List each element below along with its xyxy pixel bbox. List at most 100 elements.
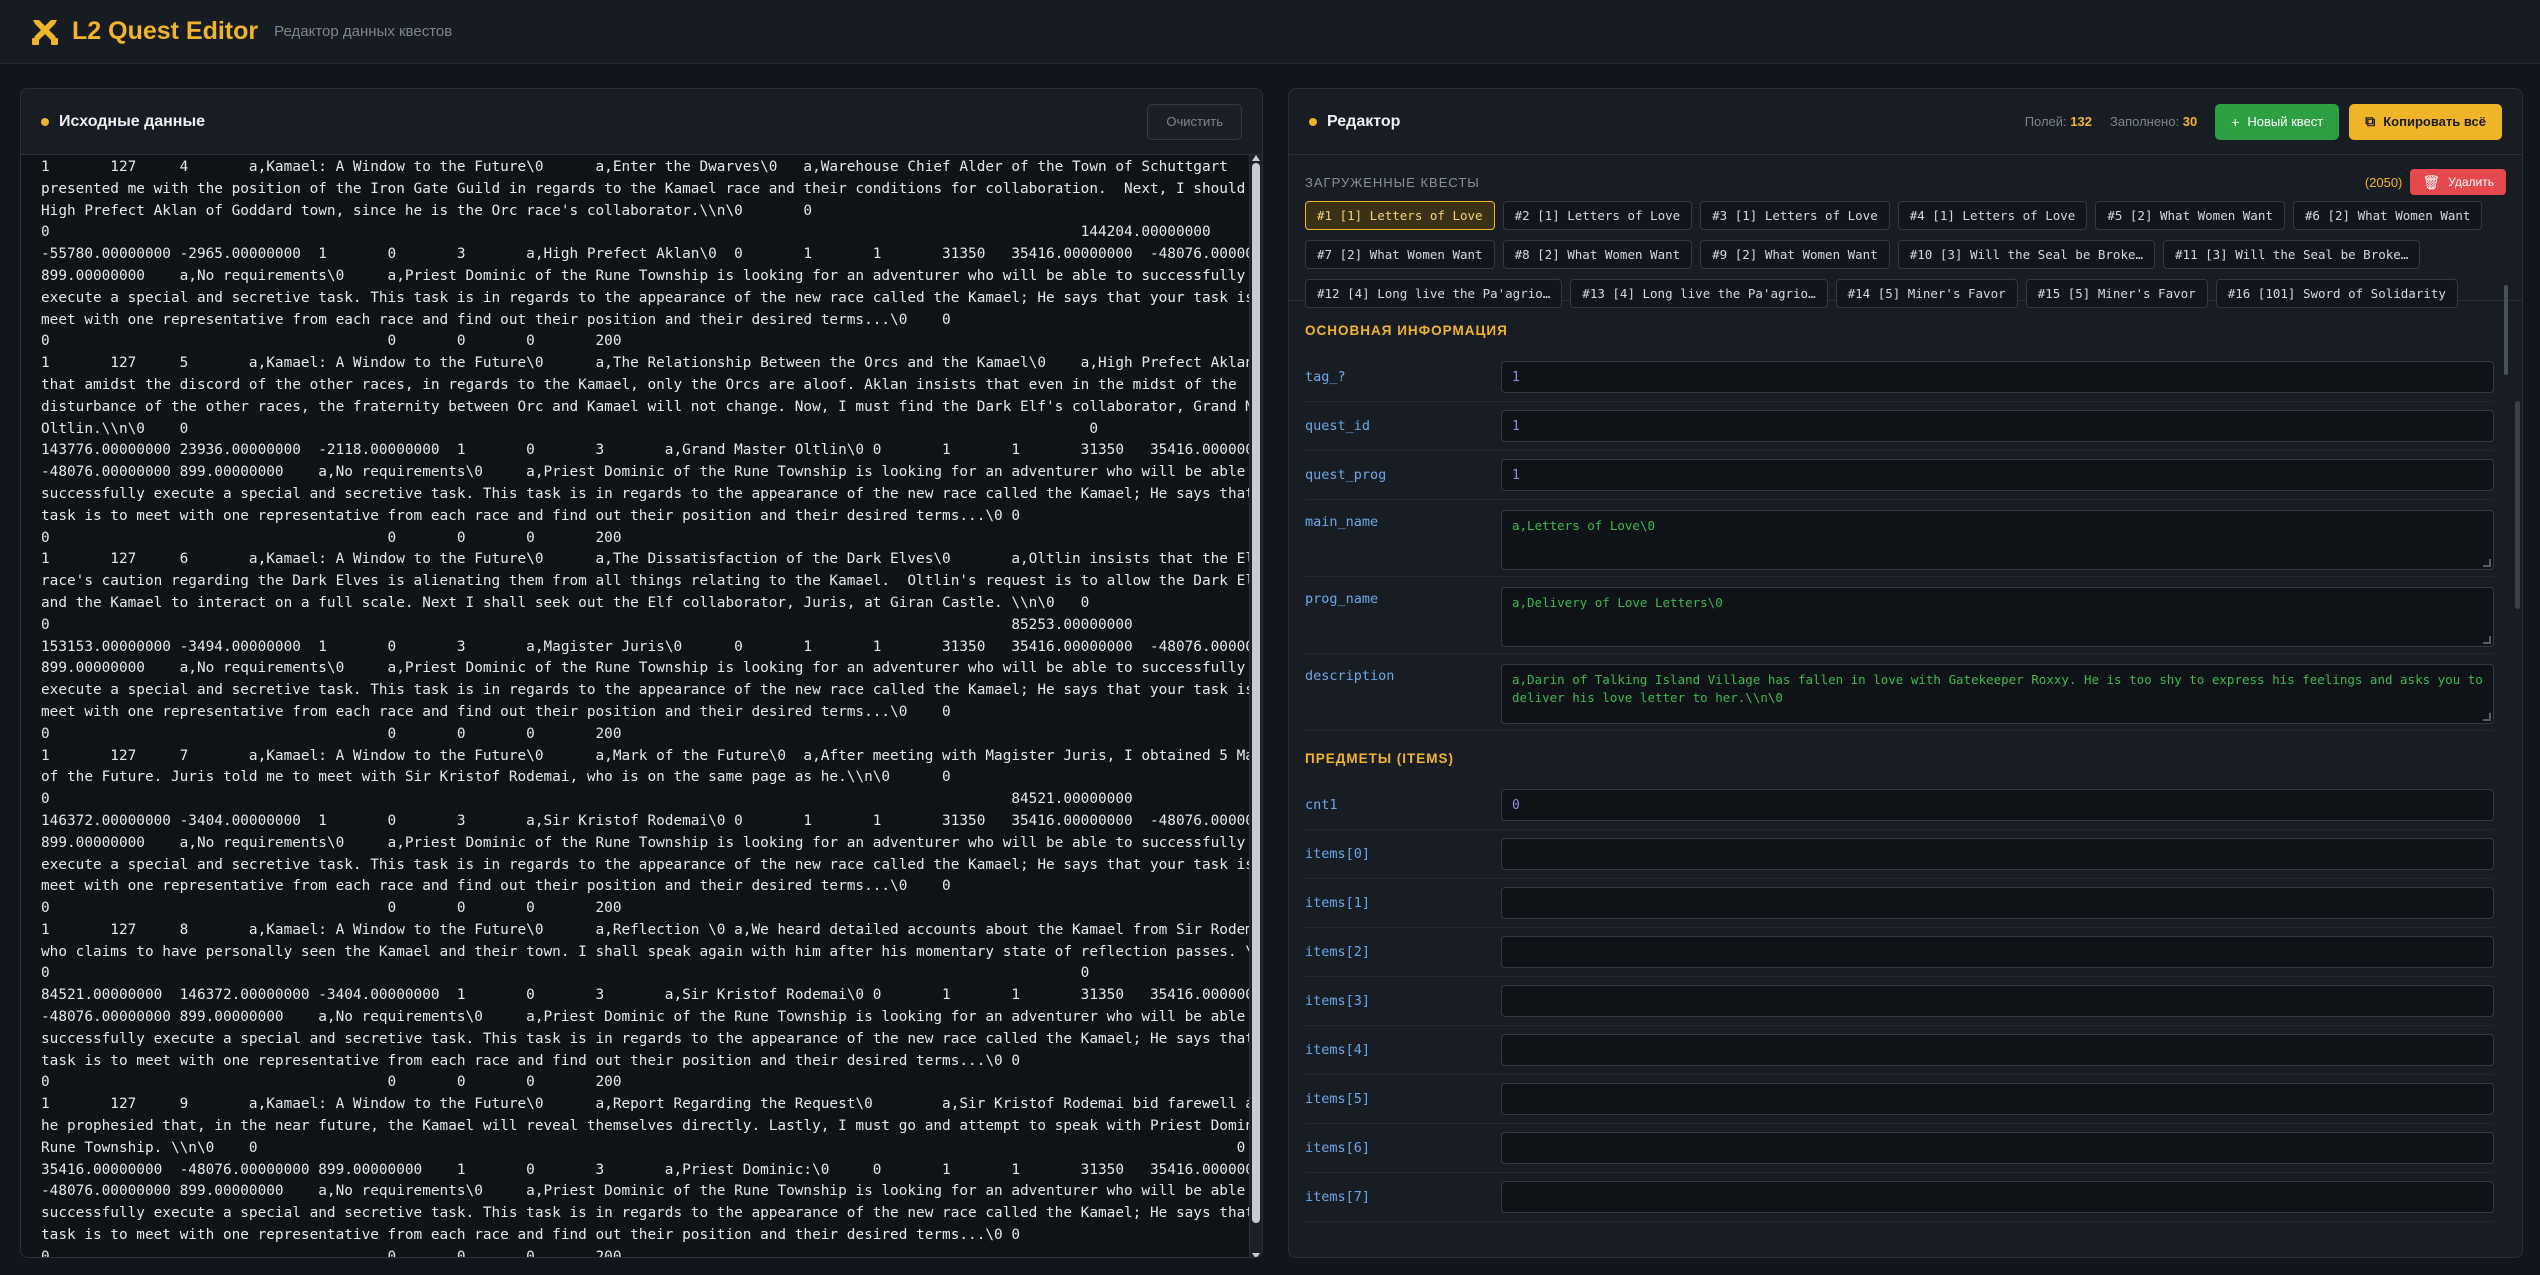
source-line: 1 127 9 a,Kamael: A Window to the Future… [41, 1096, 1251, 1113]
source-line: -48076.00000000 899.00000000 a,No requir… [41, 1009, 1251, 1026]
clear-button[interactable]: Очистить [1147, 103, 1242, 140]
field-row: main_name a,Letters of Love\0 [1305, 500, 2494, 577]
field-input[interactable] [1501, 887, 2494, 919]
field-input[interactable] [1501, 936, 2494, 968]
source-line: 0 85253.00000000 [41, 616, 1133, 633]
source-line: execute a special and secretive task. Th… [41, 856, 1251, 873]
field-input[interactable] [1501, 1083, 2494, 1115]
field-textarea[interactable]: a,Darin of Talking Island Village has fa… [1501, 664, 2494, 724]
field-row: quest_id 1 [1305, 402, 2494, 451]
quest-chip[interactable]: #8 [2] What Women Want [1502, 240, 1693, 269]
field-input[interactable]: 1 [1501, 361, 2494, 393]
source-line: 146372.00000000 -3404.00000000 1 0 3 a,S… [41, 812, 1251, 829]
source-line: who claims to have personally seen the K… [41, 943, 1251, 960]
source-line: 0 0 0 0 200 [41, 725, 622, 742]
field-label: items[4] [1305, 1042, 1371, 1058]
field-input[interactable] [1501, 985, 2494, 1017]
source-line: successfully execute a special and secre… [41, 1205, 1251, 1222]
field-label: tag_? [1305, 369, 1346, 385]
source-line: 0 0 0 0 200 [41, 333, 622, 350]
source-line: 0 144204.00000000 [41, 224, 1211, 241]
quest-chip[interactable]: #11 [3] Will the Seal be Broke… [2163, 240, 2421, 269]
source-line: 1 127 6 a,Kamael: A Window to the Future… [41, 551, 1251, 568]
field-label: main_name [1305, 514, 1379, 530]
quest-chip[interactable]: #9 [2] What Women Want [1700, 240, 1890, 269]
editor-panel: Редактор Полей: 132 Заполнено: 30 + Новы… [1288, 88, 2523, 1258]
resize-handle-icon[interactable] [2483, 713, 2491, 721]
field-label: quest_id [1305, 418, 1371, 434]
resize-handle-icon[interactable] [2483, 636, 2491, 644]
quest-count: (2050) [2364, 174, 2403, 190]
source-line: 143776.00000000 23936.00000000 -2118.000… [41, 442, 1251, 459]
plus-icon: + [2231, 113, 2240, 130]
source-line: 0 84521.00000000 [41, 791, 1133, 808]
trash-icon: 🗑 [2422, 173, 2441, 190]
editor-form: ОСНОВНАЯ ИНФОРМАЦИЯ tag_? 1 quest_id 1 quest… [1289, 303, 2510, 1257]
source-line: 1 127 7 a,Kamael: A Window to the Future… [41, 747, 1251, 764]
field-label: items[7] [1305, 1189, 1371, 1205]
source-line: task is to meet with one representative … [41, 1052, 1021, 1069]
source-line: meet with one representative from each r… [41, 703, 951, 720]
field-label: items[5] [1305, 1091, 1371, 1107]
source-scrollbar[interactable] [1249, 155, 1262, 1257]
field-row: prog_name a,Delivery of Love Letters\0 [1305, 577, 2494, 654]
field-textarea[interactable]: a,Delivery of Love Letters\0 [1501, 587, 2494, 647]
field-row: items[1] [1305, 879, 2494, 928]
quest-chip[interactable]: #3 [1] Letters of Love [1700, 201, 1890, 230]
source-line: -55780.00000000 -2965.00000000 1 0 3 a,H… [41, 246, 1251, 263]
editor-panel-header: Редактор Полей: 132 Заполнено: 30 + Новы… [1289, 89, 2522, 155]
source-line: task is to meet with one representative … [41, 1227, 1021, 1244]
source-line: 1 127 4 a,Kamael: A Window to the Future… [41, 159, 1228, 175]
field-label: items[0] [1305, 846, 1371, 862]
quest-chip[interactable]: #7 [2] What Women Want [1305, 240, 1495, 269]
field-input[interactable] [1501, 1181, 2494, 1213]
scroll-down-icon[interactable] [1252, 1253, 1260, 1257]
field-label: items[2] [1305, 944, 1371, 960]
scrollbar-thumb[interactable] [1252, 163, 1260, 1223]
field-input[interactable]: 1 [1501, 410, 2494, 442]
source-textarea[interactable]: 1 127 4 a,Kamael: A Window to the Future… [21, 155, 1251, 1257]
quest-chip[interactable]: #4 [1] Letters of Love [1897, 201, 2088, 230]
quest-chip[interactable]: #10 [3] Will the Seal be Broke… [1897, 240, 2156, 269]
source-line: of the Future. Juris told me to meet wit… [41, 769, 951, 786]
field-input[interactable]: 1 [1501, 459, 2494, 491]
filled-stat: Заполнено: 30 [2110, 114, 2198, 129]
field-input[interactable] [1501, 838, 2494, 870]
field-row: items[0] [1305, 830, 2494, 879]
field-label: cnt1 [1305, 797, 1338, 813]
resize-handle-icon[interactable] [2483, 559, 2491, 567]
app-subtitle: Редактор данных квестов [274, 23, 453, 40]
source-line: race's caution regarding the Dark Elves … [41, 573, 1251, 590]
source-line: 84521.00000000 146372.00000000 -3404.000… [41, 987, 1251, 1004]
field-label: description [1305, 668, 1395, 684]
field-input[interactable] [1501, 1132, 2494, 1164]
field-row: cnt1 0 [1305, 781, 2494, 830]
field-row: items[7] [1305, 1173, 2494, 1222]
field-row: items[6] [1305, 1124, 2494, 1173]
source-line: 0 0 0 0 200 [41, 1074, 622, 1091]
field-label: items[1] [1305, 895, 1371, 911]
source-line: 35416.00000000 -48076.00000000 899.00000… [41, 1161, 1251, 1178]
delete-button[interactable]: 🗑 Удалить [2410, 169, 2506, 195]
scroll-up-icon[interactable] [1252, 155, 1260, 161]
field-label: prog_name [1305, 591, 1379, 607]
quest-chip[interactable]: #6 [2] What Women Want [2292, 201, 2483, 230]
source-line: Rune Township. \\n\0 0 0 [41, 1139, 1246, 1156]
field-textarea[interactable]: a,Letters of Love\0 [1501, 510, 2494, 570]
copy-all-button[interactable]: ⧉ Копировать всё [2349, 103, 2502, 140]
source-line: successfully execute a special and secre… [41, 1030, 1251, 1047]
editor-scrollbar[interactable] [2515, 401, 2520, 609]
source-line: 0 0 0 0 200 [41, 900, 622, 917]
source-line: High Prefect Aklan of Goddard town, sinc… [41, 202, 813, 219]
quest-chip[interactable]: #5 [2] What Women Want [2095, 201, 2285, 230]
source-line: successfully execute a special and secre… [41, 485, 1251, 502]
quest-chip[interactable]: #1 [1] Letters of Love [1305, 201, 1495, 230]
quest-chip[interactable]: #2 [1] Letters of Love [1502, 201, 1693, 230]
fields-stat: Полей: 132 [2024, 114, 2092, 129]
new-quest-button[interactable]: + Новый квест [2215, 103, 2340, 140]
source-line: he prophesied that, in the near future, … [41, 1118, 1251, 1135]
source-line: meet with one representative from each r… [41, 311, 951, 328]
source-line: 1 127 8 a,Kamael: A Window to the Future… [41, 921, 1251, 938]
field-input[interactable]: 0 [1501, 789, 2494, 821]
field-input[interactable] [1501, 1034, 2494, 1066]
